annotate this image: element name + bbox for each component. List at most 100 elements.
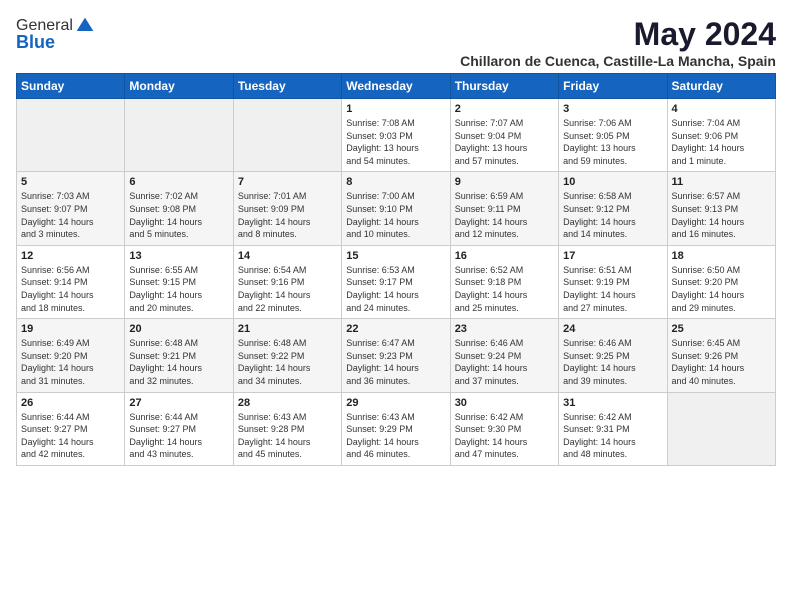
- day-cell: 7 Sunrise: 7:01 AM Sunset: 9:09 PM Daylig…: [233, 172, 341, 245]
- day-info: Sunrise: 6:42 AM Sunset: 9:30 PM Dayligh…: [455, 411, 554, 461]
- column-header-wednesday: Wednesday: [342, 74, 450, 99]
- day-info: Sunrise: 6:52 AM Sunset: 9:18 PM Dayligh…: [455, 264, 554, 314]
- column-header-monday: Monday: [125, 74, 233, 99]
- day-number: 11: [672, 176, 771, 188]
- column-header-saturday: Saturday: [667, 74, 775, 99]
- day-number: 15: [346, 250, 445, 262]
- day-info: Sunrise: 6:59 AM Sunset: 9:11 PM Dayligh…: [455, 190, 554, 240]
- day-cell: 26 Sunrise: 6:44 AM Sunset: 9:27 PM Dayli…: [17, 392, 125, 465]
- day-number: 20: [129, 323, 228, 335]
- day-number: 4: [672, 103, 771, 115]
- day-number: 18: [672, 250, 771, 262]
- week-row-5: 26 Sunrise: 6:44 AM Sunset: 9:27 PM Dayli…: [17, 392, 776, 465]
- week-row-1: 1 Sunrise: 7:08 AM Sunset: 9:03 PM Daylig…: [17, 99, 776, 172]
- day-number: 31: [563, 397, 662, 409]
- day-cell: 13 Sunrise: 6:55 AM Sunset: 9:15 PM Dayli…: [125, 245, 233, 318]
- day-cell: 2 Sunrise: 7:07 AM Sunset: 9:04 PM Daylig…: [450, 99, 558, 172]
- day-info: Sunrise: 6:53 AM Sunset: 9:17 PM Dayligh…: [346, 264, 445, 314]
- day-cell: 18 Sunrise: 6:50 AM Sunset: 9:20 PM Dayli…: [667, 245, 775, 318]
- logo-icon: [75, 16, 95, 36]
- day-cell: 28Sunrise: 6:43 AM Sunset: 9:28 PM Dayli…: [233, 392, 341, 465]
- day-number: 6: [129, 176, 228, 188]
- week-row-2: 5 Sunrise: 7:03 AM Sunset: 9:07 PM Daylig…: [17, 172, 776, 245]
- day-number: 19: [21, 323, 120, 335]
- day-info: Sunrise: 6:54 AM Sunset: 9:16 PM Dayligh…: [238, 264, 337, 314]
- day-number: 16: [455, 250, 554, 262]
- column-header-tuesday: Tuesday: [233, 74, 341, 99]
- day-info: Sunrise: 6:44 AM Sunset: 9:27 PM Dayligh…: [129, 411, 228, 461]
- day-number: 2: [455, 103, 554, 115]
- day-number: 7: [238, 176, 337, 188]
- day-number: 14: [238, 250, 337, 262]
- day-info: Sunrise: 7:06 AM Sunset: 9:05 PM Dayligh…: [563, 117, 662, 167]
- day-number: 17: [563, 250, 662, 262]
- day-info: Sunrise: 7:04 AM Sunset: 9:06 PM Dayligh…: [672, 117, 771, 167]
- day-info: Sunrise: 6:46 AM Sunset: 9:24 PM Dayligh…: [455, 337, 554, 387]
- day-cell: 19 Sunrise: 6:49 AM Sunset: 9:20 PM Dayli…: [17, 319, 125, 392]
- logo: General Blue: [16, 16, 95, 53]
- day-cell: 4 Sunrise: 7:04 AM Sunset: 9:06 PM Daylig…: [667, 99, 775, 172]
- day-info: Sunrise: 6:50 AM Sunset: 9:20 PM Dayligh…: [672, 264, 771, 314]
- day-info: Sunrise: 6:42 AM Sunset: 9:31 PM Dayligh…: [563, 411, 662, 461]
- day-cell: 3 Sunrise: 7:06 AM Sunset: 9:05 PM Daylig…: [559, 99, 667, 172]
- day-info: Sunrise: 6:48 AM Sunset: 9:21 PM Dayligh…: [129, 337, 228, 387]
- day-number: 5: [21, 176, 120, 188]
- day-cell: 9 Sunrise: 6:59 AM Sunset: 9:11 PM Daylig…: [450, 172, 558, 245]
- day-info: Sunrise: 7:00 AM Sunset: 9:10 PM Dayligh…: [346, 190, 445, 240]
- day-info: Sunrise: 7:02 AM Sunset: 9:08 PM Dayligh…: [129, 190, 228, 240]
- day-cell: 21Sunrise: 6:48 AM Sunset: 9:22 PM Dayli…: [233, 319, 341, 392]
- day-number: 13: [129, 250, 228, 262]
- column-header-friday: Friday: [559, 74, 667, 99]
- day-info: Sunrise: 6:58 AM Sunset: 9:12 PM Dayligh…: [563, 190, 662, 240]
- day-info: Sunrise: 6:55 AM Sunset: 9:15 PM Dayligh…: [129, 264, 228, 314]
- day-cell: 8 Sunrise: 7:00 AM Sunset: 9:10 PM Daylig…: [342, 172, 450, 245]
- day-number: 23: [455, 323, 554, 335]
- calendar-table: SundayMondayTuesdayWednesdayThursdayFrid…: [16, 73, 776, 466]
- day-cell: 5 Sunrise: 7:03 AM Sunset: 9:07 PM Daylig…: [17, 172, 125, 245]
- day-number: 22: [346, 323, 445, 335]
- day-number: 10: [563, 176, 662, 188]
- day-info: Sunrise: 6:49 AM Sunset: 9:20 PM Dayligh…: [21, 337, 120, 387]
- page-header: General Blue May 2024 Chillaron de Cuenc…: [16, 16, 776, 69]
- header-row: SundayMondayTuesdayWednesdayThursdayFrid…: [17, 74, 776, 99]
- column-header-thursday: Thursday: [450, 74, 558, 99]
- day-cell: 17 Sunrise: 6:51 AM Sunset: 9:19 PM Dayli…: [559, 245, 667, 318]
- day-info: Sunrise: 6:46 AM Sunset: 9:25 PM Dayligh…: [563, 337, 662, 387]
- day-info: Sunrise: 7:01 AM Sunset: 9:09 PM Dayligh…: [238, 190, 337, 240]
- day-cell: [17, 99, 125, 172]
- week-row-4: 19 Sunrise: 6:49 AM Sunset: 9:20 PM Dayli…: [17, 319, 776, 392]
- day-info: Sunrise: 7:07 AM Sunset: 9:04 PM Dayligh…: [455, 117, 554, 167]
- day-number: 30: [455, 397, 554, 409]
- day-cell: 29 Sunrise: 6:43 AM Sunset: 9:29 PM Dayli…: [342, 392, 450, 465]
- day-number: 26: [21, 397, 120, 409]
- day-cell: 10 Sunrise: 6:58 AM Sunset: 9:12 PM Dayli…: [559, 172, 667, 245]
- day-cell: 30 Sunrise: 6:42 AM Sunset: 9:30 PM Dayli…: [450, 392, 558, 465]
- day-cell: [233, 99, 341, 172]
- day-number: 12: [21, 250, 120, 262]
- day-cell: 1 Sunrise: 7:08 AM Sunset: 9:03 PM Daylig…: [342, 99, 450, 172]
- day-cell: 25Sunrise: 6:45 AM Sunset: 9:26 PM Dayli…: [667, 319, 775, 392]
- day-cell: 6 Sunrise: 7:02 AM Sunset: 9:08 PM Daylig…: [125, 172, 233, 245]
- day-cell: 23 Sunrise: 6:46 AM Sunset: 9:24 PM Dayli…: [450, 319, 558, 392]
- day-cell: 14 Sunrise: 6:54 AM Sunset: 9:16 PM Dayli…: [233, 245, 341, 318]
- day-info: Sunrise: 6:56 AM Sunset: 9:14 PM Dayligh…: [21, 264, 120, 314]
- location-title: Chillaron de Cuenca, Castille-La Mancha,…: [460, 53, 776, 69]
- day-cell: 31 Sunrise: 6:42 AM Sunset: 9:31 PM Dayli…: [559, 392, 667, 465]
- day-info: Sunrise: 7:08 AM Sunset: 9:03 PM Dayligh…: [346, 117, 445, 167]
- day-info: Sunrise: 7:03 AM Sunset: 9:07 PM Dayligh…: [21, 190, 120, 240]
- day-info: Sunrise: 6:51 AM Sunset: 9:19 PM Dayligh…: [563, 264, 662, 314]
- day-cell: 15 Sunrise: 6:53 AM Sunset: 9:17 PM Dayli…: [342, 245, 450, 318]
- day-info: Sunrise: 6:43 AM Sunset: 9:29 PM Dayligh…: [346, 411, 445, 461]
- day-cell: 20 Sunrise: 6:48 AM Sunset: 9:21 PM Dayli…: [125, 319, 233, 392]
- day-cell: 16 Sunrise: 6:52 AM Sunset: 9:18 PM Dayli…: [450, 245, 558, 318]
- day-cell: 22Sunrise: 6:47 AM Sunset: 9:23 PM Dayli…: [342, 319, 450, 392]
- day-number: 9: [455, 176, 554, 188]
- day-info: Sunrise: 6:45 AM Sunset: 9:26 PM Dayligh…: [672, 337, 771, 387]
- day-number: 3: [563, 103, 662, 115]
- day-cell: 27Sunrise: 6:44 AM Sunset: 9:27 PM Dayli…: [125, 392, 233, 465]
- day-cell: 11Sunrise: 6:57 AM Sunset: 9:13 PM Dayli…: [667, 172, 775, 245]
- day-number: 1: [346, 103, 445, 115]
- day-number: 8: [346, 176, 445, 188]
- day-info: Sunrise: 6:44 AM Sunset: 9:27 PM Dayligh…: [21, 411, 120, 461]
- day-number: 29: [346, 397, 445, 409]
